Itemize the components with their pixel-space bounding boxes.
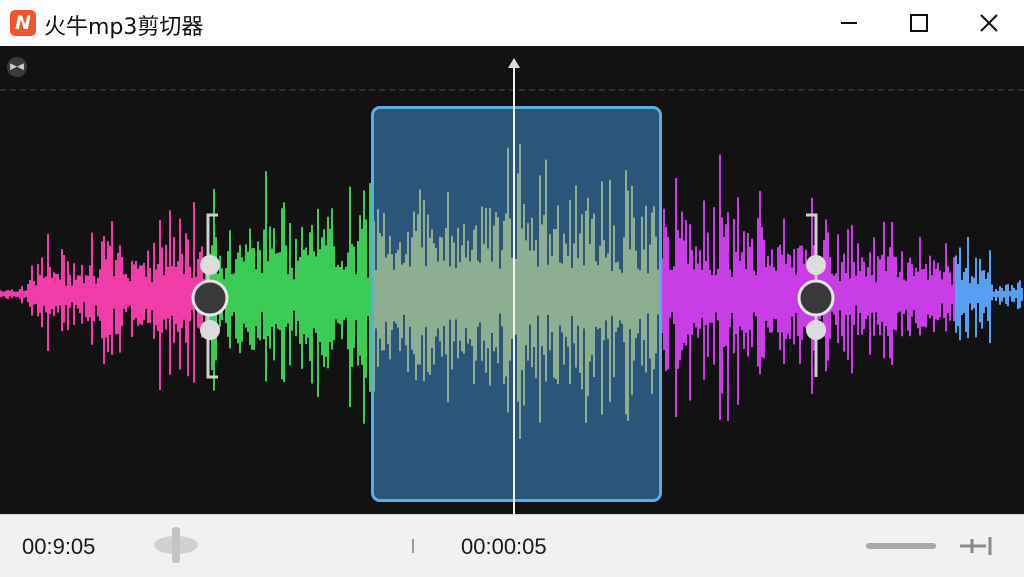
minimize-button[interactable] (826, 0, 872, 46)
selection-region[interactable] (371, 106, 662, 502)
left-trim-handle[interactable] (186, 211, 236, 381)
playhead[interactable] (513, 68, 515, 514)
app-logo-icon: N (10, 10, 36, 36)
bottom-toolbar: 00:9:05 00:00:05 (0, 514, 1024, 577)
app-window: N 火牛mp3剪切器 ▶◀ 00:9:05 00:00:05 (0, 0, 1024, 577)
start-time-label: 00:9:05 (22, 534, 96, 559)
waveform-area[interactable]: ▶◀ (0, 46, 1024, 514)
fit-to-end-icon[interactable] (956, 533, 996, 559)
maximize-button[interactable] (896, 0, 942, 46)
window-title: 火牛mp3剪切器 (44, 15, 204, 40)
current-time-label: 00:00:05 (461, 534, 547, 559)
minimize-icon (841, 22, 857, 24)
maximize-icon (910, 14, 928, 32)
timeline-tick (412, 539, 414, 553)
zoom-slider[interactable] (866, 543, 936, 549)
close-icon (980, 14, 998, 32)
scrub-handle-icon[interactable] (152, 525, 200, 565)
close-button[interactable] (966, 0, 1012, 46)
right-trim-handle[interactable] (792, 211, 842, 381)
playhead-arrow-icon[interactable] (508, 58, 520, 68)
title-bar: N 火牛mp3剪切器 (0, 0, 1024, 46)
